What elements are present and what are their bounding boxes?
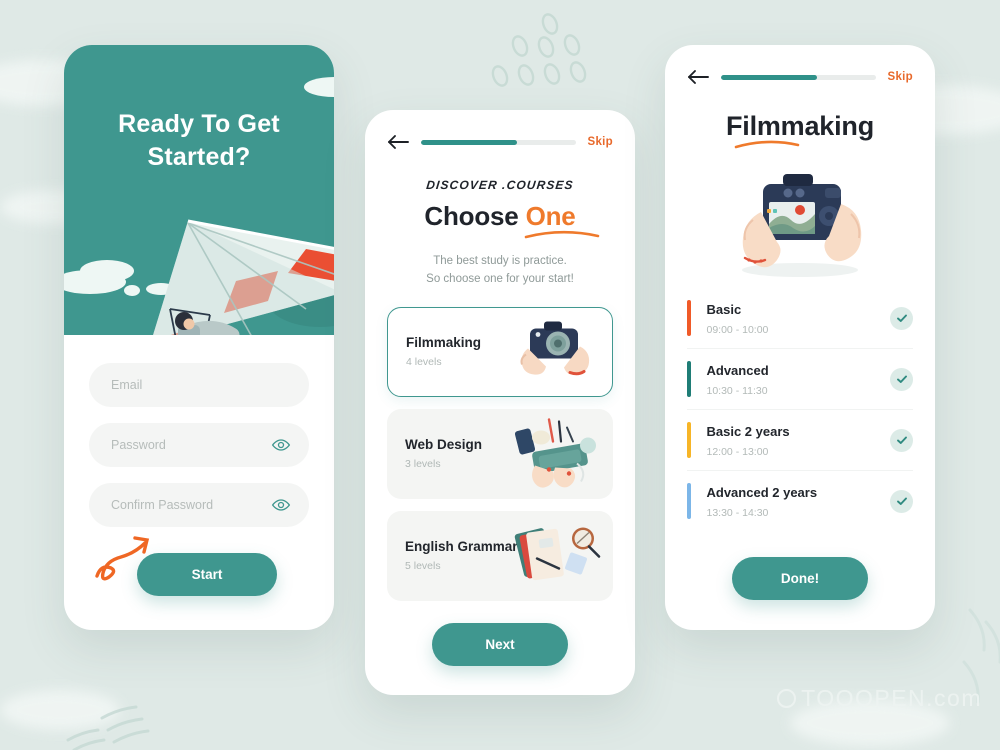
arrow-left-icon[interactable] bbox=[387, 134, 409, 150]
progress-bar[interactable] bbox=[421, 139, 576, 145]
lesson-time: 10:30 - 11:30 bbox=[706, 384, 768, 397]
choose-topbar: Skip bbox=[365, 110, 635, 150]
signup-form: Start bbox=[64, 335, 334, 596]
oval-ring-cluster bbox=[491, 13, 587, 87]
course-card-text: Web Design 3 levels bbox=[405, 437, 482, 470]
start-cta-row: Start bbox=[89, 536, 309, 596]
course-levels: 4 levels bbox=[406, 356, 442, 369]
progress-bar[interactable] bbox=[721, 74, 876, 80]
course-card-filmmaking[interactable]: Filmmaking 4 levels bbox=[387, 306, 613, 397]
camera-hands-illustration bbox=[508, 312, 604, 391]
lesson-name: Advanced bbox=[706, 362, 769, 378]
lesson-text: Advanced 2 years 13:30 - 14:30 bbox=[691, 484, 891, 519]
email-field-wrap[interactable] bbox=[89, 363, 309, 407]
lesson-schedule-list: Basic 09:00 - 10:00 Advanced 10:30 - 11:… bbox=[665, 282, 935, 531]
eye-icon[interactable] bbox=[271, 435, 291, 455]
password-input[interactable] bbox=[111, 438, 287, 452]
kicker-text: DISCOVER .COURSES bbox=[425, 178, 575, 192]
dash-cluster-bottom-left bbox=[66, 705, 150, 750]
headline-plain: Choose bbox=[424, 201, 526, 231]
bg-cloud bbox=[790, 700, 950, 746]
books-magnifier-illustration bbox=[505, 514, 605, 597]
check-icon[interactable] bbox=[890, 367, 913, 391]
headline-accent: One bbox=[525, 201, 576, 231]
lesson-time: 12:00 - 13:00 bbox=[706, 445, 769, 458]
detail-topbar: Skip bbox=[665, 45, 935, 85]
subtitle: The best study is practice. So choose on… bbox=[365, 252, 635, 289]
curly-arrow-icon bbox=[95, 536, 150, 581]
course-card-text: English Grammar 5 levels bbox=[405, 539, 518, 572]
email-input[interactable] bbox=[111, 378, 287, 392]
lesson-row[interactable]: Basic 09:00 - 10:00 bbox=[687, 288, 913, 349]
screen-choose-course: Skip DISCOVER .COURSES Choose One The be… bbox=[365, 110, 635, 695]
lesson-time: 13:30 - 14:30 bbox=[706, 506, 769, 519]
dash-cluster-right-edge bbox=[962, 608, 1000, 704]
progress-bar-fill bbox=[721, 74, 817, 80]
lesson-name: Advanced 2 years bbox=[706, 484, 818, 500]
course-title: Web Design bbox=[405, 437, 483, 453]
watermark: TOOOPEN.com bbox=[777, 685, 982, 712]
check-icon[interactable] bbox=[890, 428, 913, 452]
course-title: English Grammar bbox=[405, 539, 518, 555]
check-icon[interactable] bbox=[890, 306, 913, 330]
bg-cloud bbox=[0, 690, 120, 730]
done-button[interactable]: Done! bbox=[732, 557, 868, 600]
screen-course-detail: Skip Filmmaking Basic 09:00 - 10:00 Adva… bbox=[665, 45, 935, 630]
check-icon[interactable] bbox=[890, 489, 913, 513]
watermark-logo-icon bbox=[777, 689, 797, 708]
hero-illustration-panel: Ready To Get Started? bbox=[64, 45, 334, 335]
page-title: Filmmaking bbox=[725, 111, 875, 141]
lesson-row[interactable]: Advanced 10:30 - 11:30 bbox=[687, 349, 913, 410]
course-card-web-design[interactable]: Web Design 3 levels bbox=[387, 408, 613, 499]
lesson-name: Basic bbox=[706, 301, 742, 317]
watermark-text: TOOOPEN.com bbox=[801, 685, 982, 711]
lesson-name: Basic 2 years bbox=[706, 423, 790, 439]
confirm-password-field-wrap[interactable] bbox=[89, 483, 309, 527]
page-title: Choose One bbox=[365, 201, 635, 232]
password-field-wrap[interactable] bbox=[89, 423, 309, 467]
course-levels: 3 levels bbox=[405, 458, 441, 471]
progress-bar-fill bbox=[421, 139, 517, 145]
course-levels: 5 levels bbox=[405, 560, 441, 573]
keyboard-desk-illustration bbox=[505, 411, 605, 496]
next-cta-row: Next bbox=[365, 622, 635, 666]
arrow-left-icon[interactable] bbox=[687, 69, 709, 85]
screenshot-canvas: TOOOPEN.com Ready To Get Started? Email … bbox=[0, 0, 1000, 750]
lesson-row[interactable]: Advanced 2 years 13:30 - 14:30 bbox=[687, 471, 913, 531]
hang-glider-illustration bbox=[153, 219, 334, 335]
dslr-camera-hands-illustration bbox=[665, 162, 935, 282]
eye-icon[interactable] bbox=[271, 495, 291, 515]
done-cta-row: Done! bbox=[665, 557, 935, 600]
lesson-text: Advanced 10:30 - 11:30 bbox=[691, 362, 891, 397]
screen-signup: Ready To Get Started? Email Password Con… bbox=[64, 45, 334, 630]
lesson-row[interactable]: Basic 2 years 12:00 - 13:00 bbox=[687, 410, 913, 471]
lesson-text: Basic 09:00 - 10:00 bbox=[691, 301, 891, 336]
course-card-text: Filmmaking 4 levels bbox=[406, 335, 481, 368]
lesson-text: Basic 2 years 12:00 - 13:00 bbox=[691, 423, 891, 458]
subtitle-line-2: So choose one for your start! bbox=[426, 273, 574, 286]
confirm-password-input[interactable] bbox=[111, 498, 287, 512]
course-title: Filmmaking bbox=[406, 335, 482, 351]
hero-title: Ready To Get Started? bbox=[118, 110, 280, 171]
skip-button[interactable]: Skip bbox=[888, 71, 914, 83]
course-list: Filmmaking 4 levels Web Design 3 levels … bbox=[365, 289, 635, 601]
lesson-time: 09:00 - 10:00 bbox=[706, 323, 769, 336]
next-button[interactable]: Next bbox=[432, 622, 568, 666]
skip-button[interactable]: Skip bbox=[588, 136, 614, 148]
course-card-english-grammar[interactable]: English Grammar 5 levels bbox=[387, 510, 613, 601]
subtitle-line-1: The best study is practice. bbox=[433, 255, 567, 267]
